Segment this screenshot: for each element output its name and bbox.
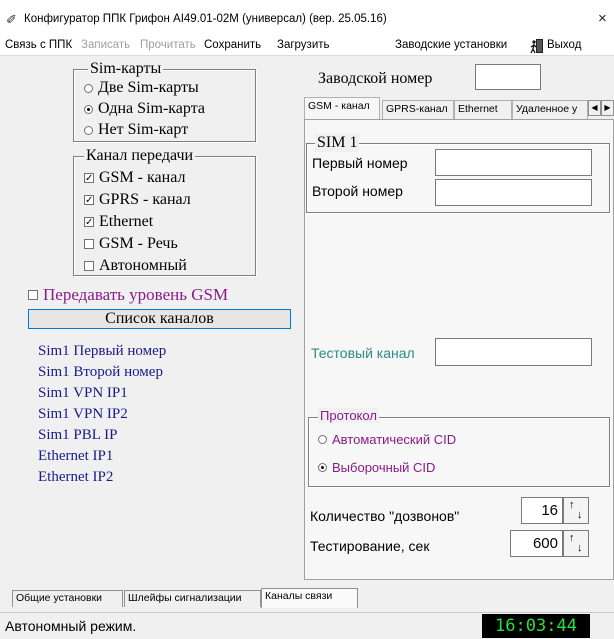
spin-up-icon[interactable]: ↑ [569,499,575,511]
protocol-group [308,417,610,487]
tab-general-settings[interactable]: Общие установки [12,590,123,607]
check-gsm-channel[interactable]: ✓ GSM - канал [84,169,185,187]
second-number-label: Второй номер [312,183,403,199]
channel-list-item: Sim1 VPN IP2 [38,406,128,422]
tab-strip: GSM - канал GPRS-канал Ethernet Удаленно… [304,97,614,119]
tab-scroll-right-icon[interactable]: ▶ [601,100,614,116]
dial-count-spinner[interactable]: ↑ ↓ [563,497,589,524]
tab-ethernet[interactable]: Ethernet [454,100,512,119]
testing-spinner[interactable]: ↑ ↓ [563,530,589,557]
spin-up-icon[interactable]: ↑ [569,532,575,544]
sim1-title: SIM 1 [315,134,360,152]
spin-down-icon[interactable]: ↓ [577,509,583,521]
checkbox[interactable] [84,239,94,249]
check-gsm-level[interactable]: Передавать уровень GSM [28,285,228,305]
first-number-label: Первый номер [312,155,408,171]
channel-list-item: Sim1 Первый номер [38,343,167,359]
spin-down-icon[interactable]: ↓ [577,542,583,554]
sim-cards-title: Sim-карты [88,60,164,78]
radio-button[interactable] [84,83,93,93]
menu-connect[interactable]: Связь с ППК [5,39,72,51]
tab-gsm-channel[interactable]: GSM - канал [304,97,380,119]
menu-read[interactable]: Прочитать [140,39,196,51]
check-ethernet[interactable]: ✓ Ethernet [84,213,153,231]
close-icon[interactable]: × [598,10,607,27]
channel-list-item: Ethernet IP2 [38,469,114,485]
checkbox-checked[interactable]: ✓ [84,173,94,184]
status-text: Автономный режим. [5,618,137,634]
first-number-input[interactable] [435,149,592,176]
check-autonomous[interactable]: Автономный [84,257,187,275]
tab-alarm-loops[interactable]: Шлейфы сигнализации [124,590,261,607]
checkbox[interactable] [84,261,94,271]
bottom-tab-strip: Общие установки Шлейфы сигнализации Кана… [0,588,614,608]
menu-bar: Связь с ППК Записать Прочитать Сохранить… [0,36,614,56]
checkbox-checked[interactable]: ✓ [84,217,94,228]
testing-input[interactable]: 600 [510,530,563,557]
check-gprs-channel[interactable]: ✓ GPRS - канал [84,191,191,209]
factory-number-input[interactable] [475,64,541,90]
check-gsm-voice[interactable]: GSM - Речь [84,235,178,253]
factory-number-label: Заводской номер [318,70,433,87]
menu-factory-settings[interactable]: Заводские установки [395,39,507,51]
checkbox[interactable] [28,290,38,300]
radio-selective-cid[interactable]: Выборочный CID [318,460,435,475]
app-icon: ✐ [6,12,17,27]
menu-exit[interactable]: Выход [547,39,581,51]
second-number-input[interactable] [435,179,592,206]
channel-list-item: Sim1 VPN IP1 [38,385,128,401]
tab-remote[interactable]: Удаленное у [512,100,588,119]
radio-auto-cid[interactable]: Автоматический CID [318,432,456,447]
tab-scroll-left-icon[interactable]: ◀ [588,100,601,116]
clock-display: 16:03:44 [482,614,590,638]
testing-label: Тестирование, сек [310,538,430,554]
window-title: Конфигуратор ППК Грифон AI49.01-02М (уни… [24,13,387,25]
radio-no-sim[interactable]: Нет Sim-карт [84,121,188,139]
radio-button[interactable] [84,125,93,135]
dial-count-input[interactable]: 16 [521,497,563,524]
checkbox-checked[interactable]: ✓ [84,195,94,206]
menu-load[interactable]: Загрузить [277,39,330,51]
channel-list-item: Sim1 Второй номер [38,364,163,380]
test-channel-label: Тестовый канал [311,345,415,361]
channel-list-button[interactable]: Список каналов [28,309,291,329]
tab-gprs-channel[interactable]: GPRS-канал [382,100,454,119]
radio-one-sim[interactable]: Одна Sim-карта [84,100,205,118]
radio-button-selected[interactable] [318,463,327,472]
transmission-channel-title: Канал передачи [84,147,196,165]
radio-button[interactable] [318,435,327,444]
exit-icon[interactable] [530,38,544,54]
channel-list-item: Sim1 PBL IP [38,427,118,443]
status-bar: Автономный режим. 16:03:44 [0,612,614,639]
tab-communication-channels[interactable]: Каналы связи [261,588,358,608]
radio-two-sim[interactable]: Две Sim-карты [84,79,199,97]
menu-save[interactable]: Сохранить [204,39,261,51]
title-bar: ✐ Конфигуратор ППК Грифон AI49.01-02М (у… [0,0,614,36]
protocol-title: Протокол [318,408,379,423]
channel-list-item: Ethernet IP1 [38,448,114,464]
menu-write[interactable]: Записать [81,39,130,51]
dial-count-label: Количество "дозвонов" [310,508,460,524]
test-channel-input[interactable] [435,338,592,366]
radio-button-selected[interactable] [84,104,93,114]
